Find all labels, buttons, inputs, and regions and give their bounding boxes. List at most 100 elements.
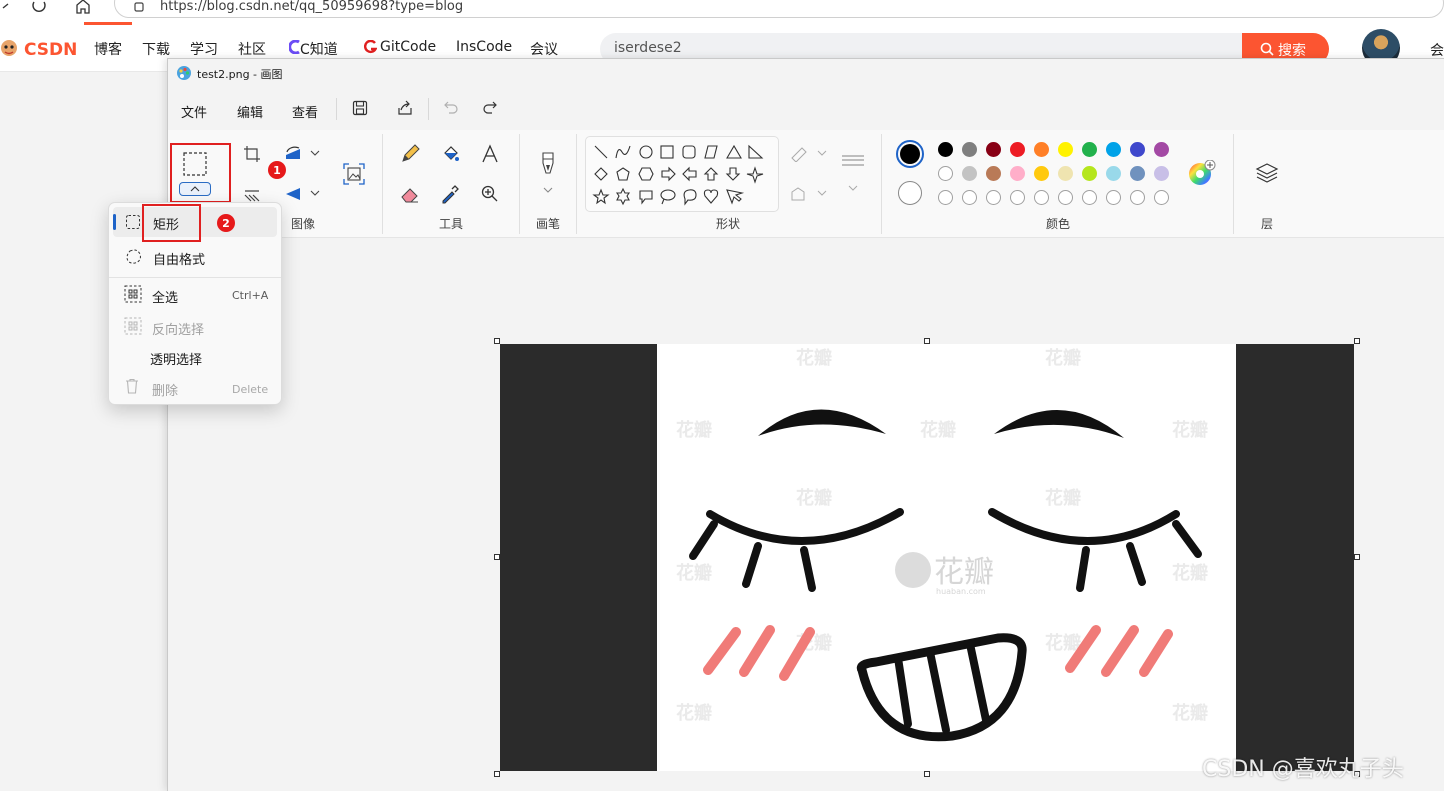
layers-icon[interactable] (1255, 161, 1279, 185)
site-info-icon[interactable] (133, 0, 145, 14)
color-swatch[interactable] (986, 142, 1001, 157)
color-swatch[interactable] (962, 166, 977, 181)
resize-handle[interactable] (924, 771, 930, 777)
csdn-logo[interactable]: CSDN (0, 37, 80, 61)
color-swatch[interactable] (986, 166, 1001, 181)
svg-text:花瓣: 花瓣 (1172, 419, 1208, 441)
resize-handle[interactable] (494, 771, 500, 777)
color-swatch[interactable] (1106, 166, 1121, 181)
menu-view[interactable]: 查看 (292, 102, 318, 121)
color-swatch[interactable] (1082, 166, 1097, 181)
color-swatch[interactable] (1154, 166, 1169, 181)
custom-color-swatch[interactable] (1154, 190, 1169, 205)
color-swatch[interactable] (1034, 166, 1049, 181)
nav-gitcode[interactable]: GitCode (380, 39, 436, 55)
nav-inscode[interactable]: InsCode (456, 39, 512, 55)
magnifier-icon[interactable] (476, 180, 504, 208)
custom-color-swatch[interactable] (938, 190, 953, 205)
custom-color-swatch[interactable] (1082, 190, 1097, 205)
nav-learn[interactable]: 学习 (190, 39, 218, 59)
size-icon[interactable] (840, 154, 866, 194)
nav-blog[interactable]: 博客 (94, 39, 122, 59)
svg-text:花瓣: 花瓣 (1172, 702, 1208, 724)
brush-dropdown-icon[interactable] (543, 186, 553, 194)
shortcut-delete: Delete (232, 383, 269, 396)
pencil-icon[interactable] (396, 140, 424, 168)
svg-text:花瓣: 花瓣 (676, 562, 712, 584)
color-swatch[interactable] (962, 142, 977, 157)
image-canvas[interactable]: 花瓣花瓣 花瓣花瓣花瓣 花瓣花瓣 花瓣花瓣 花瓣花瓣 花瓣花瓣花瓣 花瓣 hua… (500, 344, 1354, 771)
brush-icon[interactable] (534, 150, 562, 178)
ribbon-divider (519, 134, 520, 234)
color-swatch[interactable] (1154, 142, 1169, 157)
nav-download[interactable]: 下载 (142, 39, 170, 59)
csdn-search-value: iserdese2 (614, 40, 682, 56)
resize-handle[interactable] (494, 554, 500, 560)
fill-style-icon[interactable] (790, 186, 830, 202)
svg-text:花瓣: 花瓣 (676, 419, 712, 441)
resize-handle[interactable] (924, 338, 930, 344)
fill-icon[interactable] (436, 140, 464, 168)
color-swatch[interactable] (1058, 142, 1073, 157)
color-swatch[interactable] (1082, 142, 1097, 157)
color-swatch[interactable] (1010, 142, 1025, 157)
crop-icon[interactable] (238, 140, 266, 168)
save-icon[interactable] (352, 100, 368, 116)
edit-colors-icon[interactable] (1188, 160, 1216, 188)
color-swatch[interactable] (1106, 142, 1121, 157)
rotate-icon[interactable] (280, 140, 308, 168)
refresh-icon[interactable] (30, 0, 50, 18)
text-icon[interactable] (476, 140, 504, 168)
back-icon[interactable] (0, 0, 20, 18)
menu-file[interactable]: 文件 (181, 102, 207, 121)
group-label-layers: 层 (1261, 217, 1274, 231)
resize-handle[interactable] (1354, 338, 1360, 344)
nav-community[interactable]: 社区 (238, 39, 266, 59)
custom-color-swatch[interactable] (1034, 190, 1049, 205)
eraser-icon[interactable] (396, 180, 424, 208)
flip-icon[interactable] (280, 180, 308, 208)
color-swatch[interactable] (938, 142, 953, 157)
menu-edit[interactable]: 编辑 (237, 102, 263, 121)
csdn-watermark: CSDN @喜欢丸子头 (1202, 757, 1404, 782)
paint-app-icon (176, 65, 192, 81)
color-swatch[interactable] (1130, 142, 1145, 157)
header-right-item[interactable]: 会 (1430, 40, 1444, 60)
color-swatch[interactable] (1010, 166, 1025, 181)
paint-titlebar (168, 59, 1444, 89)
custom-color-swatch[interactable] (1130, 190, 1145, 205)
home-icon[interactable] (74, 0, 94, 18)
color-swatch[interactable] (1034, 142, 1049, 157)
resize-handle[interactable] (494, 338, 500, 344)
custom-color-swatch[interactable] (1010, 190, 1025, 205)
ribbon-divider (382, 134, 383, 234)
flip-dropdown-icon[interactable] (310, 189, 320, 197)
group-label-image: 图像 (291, 217, 316, 231)
custom-color-swatch[interactable] (986, 190, 1001, 205)
custom-color-swatch[interactable] (1106, 190, 1121, 205)
resize-handle[interactable] (1354, 554, 1360, 560)
color-swatch[interactable] (1130, 166, 1145, 181)
invert-select-icon (124, 317, 142, 335)
color-swatch[interactable] (1058, 166, 1073, 181)
shapes-palette[interactable] (592, 143, 772, 209)
outline-icon[interactable] (790, 146, 830, 162)
share-icon[interactable] (397, 100, 413, 116)
nav-c-knowledge-label: C知道 (300, 42, 338, 58)
secondary-color[interactable] (898, 181, 922, 205)
primary-color[interactable] (896, 140, 924, 168)
undo-icon[interactable] (443, 100, 459, 116)
nav-c-knowledge[interactable]: C知道 (300, 39, 338, 59)
group-label-brushes: 画笔 (536, 217, 561, 231)
custom-color-swatch[interactable] (962, 190, 977, 205)
custom-color-swatch[interactable] (1058, 190, 1073, 205)
step-badge-2: 2 (217, 214, 235, 232)
nav-meeting[interactable]: 会议 (530, 39, 558, 59)
image-properties-icon[interactable] (340, 160, 368, 188)
rotate-dropdown-icon[interactable] (310, 149, 320, 157)
svg-text:花瓣: 花瓣 (1172, 562, 1208, 584)
color-picker-icon[interactable] (436, 180, 464, 208)
color-swatch[interactable] (938, 166, 953, 181)
redo-icon[interactable] (482, 100, 498, 116)
select-all-icon (124, 285, 142, 303)
